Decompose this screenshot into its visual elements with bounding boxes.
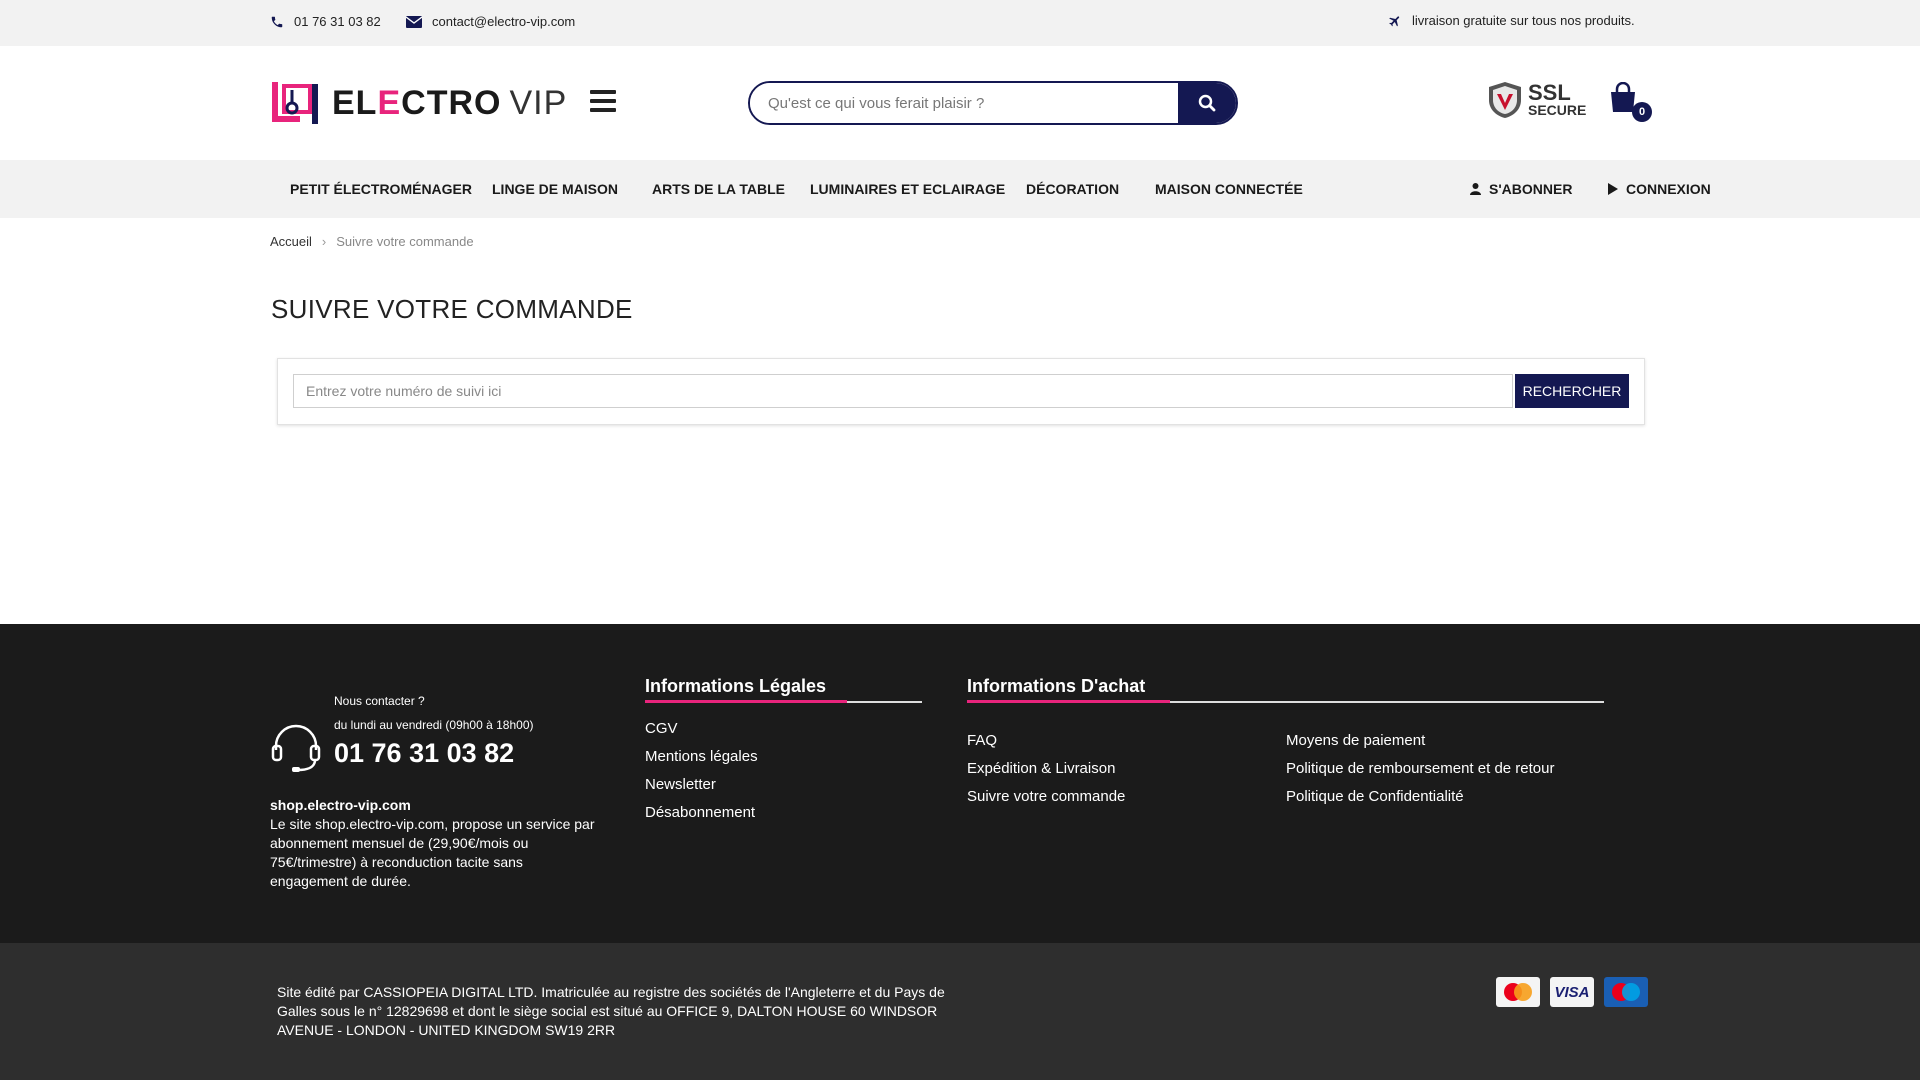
footer-site-name: shop.electro-vip.com [270, 797, 411, 813]
contact-hours: du lundi au vendredi (09h00 à 18h00) [334, 718, 534, 732]
ssl-secure-label: SECURE [1528, 102, 1587, 118]
ssl-label: SSL [1528, 80, 1571, 105]
cart-button[interactable]: 0 [1608, 81, 1652, 122]
purchase-info-column: Informations D'achat FAQ Expédition & Li… [967, 676, 1604, 805]
login-link[interactable]: CONNEXION [1608, 181, 1711, 197]
nav-item-arts-de-la-table[interactable]: ARTS DE LA TABLE [652, 181, 785, 197]
mastercard-icon [1496, 977, 1540, 1007]
maestro-icon [1604, 977, 1648, 1007]
topbar-phone[interactable]: 01 76 31 03 82 [270, 14, 381, 29]
footer-link-cgv[interactable]: CGV [645, 715, 922, 743]
nav-item-maison-connectee[interactable]: MAISON CONNECTÉE [1155, 181, 1303, 197]
header: ELECTROVIP SSL SECURE 0 [0, 46, 1920, 160]
breadcrumb: Accueil › Suivre votre commande [270, 234, 474, 249]
footer-link-faq[interactable]: FAQ [967, 727, 1125, 755]
page-title: SUIVRE VOTRE COMMANDE [271, 294, 633, 324]
footer-link-expedition[interactable]: Expédition & Livraison [967, 755, 1125, 783]
breadcrumb-separator: › [321, 234, 327, 249]
search-icon [1198, 94, 1216, 112]
breadcrumb-home[interactable]: Accueil [270, 234, 312, 249]
topbar-email[interactable]: contact@electro-vip.com [406, 14, 575, 29]
ssl-badge: SSL SECURE [1486, 80, 1586, 120]
shield-icon [1489, 82, 1521, 118]
hamburger-icon [590, 90, 616, 94]
contact-label: Nous contacter ? [334, 694, 425, 708]
visa-icon: VISA [1550, 977, 1594, 1007]
breadcrumb-current: Suivre votre commande [336, 234, 474, 249]
headset-icon [271, 724, 321, 772]
phone-icon [271, 16, 283, 27]
search-button[interactable] [1178, 83, 1236, 123]
tracking-form: RECHERCHER [277, 358, 1645, 425]
topbar-email-text: contact@electro-vip.com [432, 14, 576, 29]
site-search [748, 81, 1238, 125]
nav-item-petit-electromenager[interactable]: PETIT ÉLECTROMÉNAGER [290, 181, 472, 197]
tracking-number-input[interactable] [293, 374, 1513, 408]
footer-link-suivre-commande[interactable]: Suivre votre commande [967, 783, 1125, 811]
cart-count-badge: 0 [1632, 102, 1652, 122]
plane-icon [1389, 15, 1400, 26]
nav-item-luminaires[interactable]: LUMINAIRES ET ECLAIRAGE [810, 181, 1005, 197]
nav-item-linge-de-maison[interactable]: LINGE DE MAISON [492, 181, 618, 197]
tracking-search-button[interactable]: RECHERCHER [1515, 374, 1629, 408]
play-icon [1608, 183, 1618, 195]
footer-bottom: Site édité par CASSIOPEIA DIGITAL LTD. I… [0, 943, 1920, 1080]
footer-link-confidentialite[interactable]: Politique de Confidentialité [1286, 783, 1554, 811]
topbar-shipping: livraison gratuite sur tous nos produits… [1388, 13, 1635, 28]
logo-mark-icon [272, 82, 318, 124]
legal-info-heading: Informations Légales [645, 676, 827, 696]
top-bar: 01 76 31 03 82 contact@electro-vip.com l… [0, 0, 1920, 46]
topbar-phone-text: 01 76 31 03 82 [294, 14, 381, 29]
envelope-icon [406, 15, 422, 28]
purchase-info-heading: Informations D'achat [967, 676, 1146, 696]
footer-link-desabonnement[interactable]: Désabonnement [645, 799, 922, 827]
logo-text: ELECTRO VIP [332, 83, 568, 122]
topbar-shipping-text: livraison gratuite sur tous nos produits… [1412, 13, 1635, 28]
legal-info-column: Informations Légales CGV Mentions légale… [645, 676, 922, 827]
company-legal-text: Site édité par CASSIOPEIA DIGITAL LTD. I… [277, 984, 945, 1038]
footer-link-moyens-paiement[interactable]: Moyens de paiement [1286, 727, 1554, 755]
footer-link-mentions-legales[interactable]: Mentions légales [645, 743, 922, 771]
main-nav: PETIT ÉLECTROMÉNAGER LINGE DE MAISON ART… [0, 160, 1920, 218]
payment-cards: VISA [1496, 977, 1648, 1007]
contact-phone[interactable]: 01 76 31 03 82 [334, 738, 514, 769]
footer-link-newsletter[interactable]: Newsletter [645, 771, 922, 799]
footer-about-text: Le site shop.electro-vip.com, propose un… [270, 816, 595, 889]
nav-item-decoration[interactable]: DÉCORATION [1026, 181, 1119, 197]
search-input[interactable] [750, 83, 1178, 123]
footer-about: shop.electro-vip.com Le site shop.electr… [270, 796, 600, 891]
footer-link-remboursement[interactable]: Politique de remboursement et de retour [1286, 755, 1554, 783]
site-logo[interactable]: ELECTRO VIP [270, 78, 567, 128]
user-icon [1470, 183, 1481, 195]
subscribe-link[interactable]: S'ABONNER [1470, 181, 1572, 197]
footer: Nous contacter ? du lundi au vendredi (0… [0, 624, 1920, 943]
menu-toggle-button[interactable] [590, 90, 616, 112]
